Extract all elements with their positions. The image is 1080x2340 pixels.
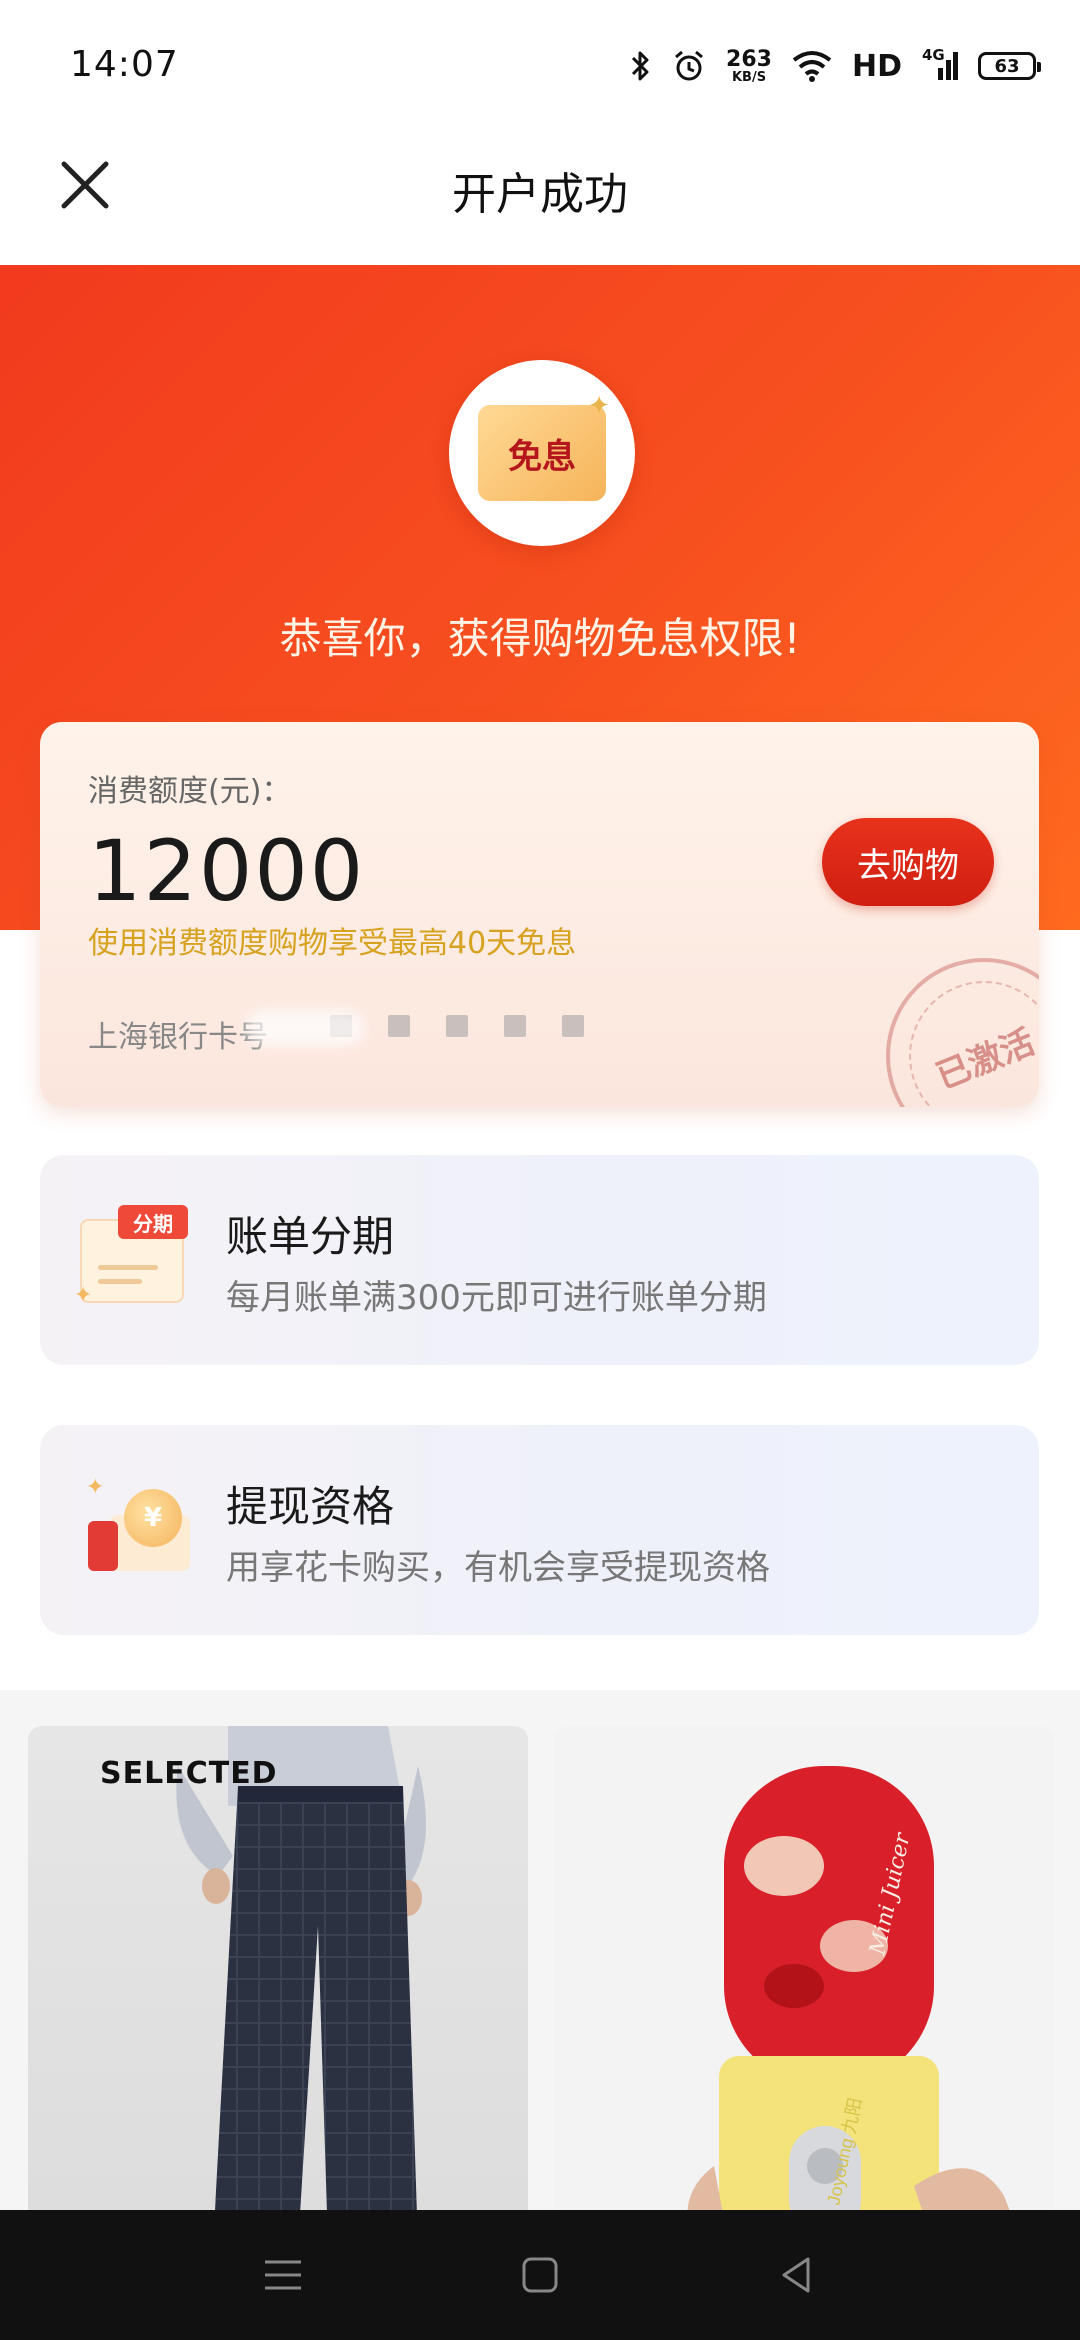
product-card-trousers[interactable]: SELECTED bbox=[28, 1726, 528, 2246]
home-square-icon bbox=[522, 2257, 558, 2293]
sparkle-icon: ✦ bbox=[86, 1475, 105, 1500]
product-label: SELECTED bbox=[100, 1756, 278, 1791]
page-title: 开户成功 bbox=[452, 169, 628, 220]
alarm-icon bbox=[672, 49, 706, 83]
credit-limit-card: 消费额度(元)： 12000 使用消费额度购物享受最高40天免息 上海银行卡号 … bbox=[40, 722, 1039, 1107]
status-icons: 263 KB/S HD 4G 63 bbox=[630, 40, 1041, 92]
installment-tag: 分期 bbox=[118, 1205, 188, 1239]
back-triangle-icon bbox=[782, 2257, 810, 2293]
card-number-blur bbox=[245, 1010, 365, 1046]
activated-stamp: 已激活 bbox=[886, 958, 1039, 1107]
interest-free-card-icon: 免息 ✦ bbox=[478, 391, 610, 501]
bank-card-label: 上海银行卡号 bbox=[88, 1020, 268, 1055]
credit-limit-amount: 12000 bbox=[88, 822, 366, 920]
credit-limit-label: 消费额度(元)： bbox=[88, 774, 292, 809]
hd-indicator: HD bbox=[851, 48, 902, 84]
feature-bill-installment[interactable]: 分期 ✦ 账单分期 每月账单满300元即可进行账单分期 bbox=[40, 1155, 1039, 1365]
feature-title: 提现资格 bbox=[226, 1482, 395, 1531]
trousers-image bbox=[176, 1726, 426, 2246]
network-speed: 263 KB/S bbox=[726, 46, 772, 85]
coin-icon: ¥ bbox=[124, 1489, 182, 1547]
feature-withdrawal-eligibility[interactable]: ¥ ✦ 提现资格 用享花卡购买，有机会享受提现资格 bbox=[40, 1425, 1039, 1635]
feature-subtitle: 用享花卡购买，有机会享受提现资格 bbox=[226, 1548, 770, 1588]
cellular-signal-icon: 4G bbox=[922, 46, 958, 82]
status-bar: 14:07 263 KB/S HD 4G 63 bbox=[0, 0, 1080, 130]
menu-button[interactable] bbox=[253, 2250, 313, 2300]
sparkle-icon: ✦ bbox=[588, 391, 610, 421]
product-grid: SELECTED Mini Juicer Joyoung 九阳 bbox=[0, 1690, 1080, 2246]
interest-free-badge: 免息 ✦ bbox=[449, 360, 635, 546]
withdrawal-icon: ¥ ✦ bbox=[80, 1475, 190, 1585]
status-time: 14:07 bbox=[70, 44, 179, 85]
system-navigation-bar bbox=[0, 2210, 1080, 2340]
congrats-text: 恭喜你，获得购物免息权限! bbox=[279, 614, 801, 663]
juicer-image: Mini Juicer Joyoung 九阳 bbox=[687, 1766, 1024, 2246]
battery-icon: 63 bbox=[978, 52, 1041, 80]
bluetooth-icon bbox=[630, 49, 652, 83]
menu-icon bbox=[265, 2260, 301, 2290]
nav-bar: 开户成功 bbox=[0, 130, 1080, 265]
feature-title: 账单分期 bbox=[226, 1212, 395, 1261]
go-shopping-button[interactable]: 去购物 bbox=[822, 818, 994, 906]
wifi-icon bbox=[792, 50, 832, 82]
home-button[interactable] bbox=[510, 2250, 570, 2300]
interest-free-note: 使用消费额度购物享受最高40天免息 bbox=[88, 926, 577, 961]
feature-subtitle: 每月账单满300元即可进行账单分期 bbox=[226, 1278, 767, 1318]
product-card-juicer[interactable]: Mini Juicer Joyoung 九阳 bbox=[554, 1726, 1054, 2246]
sparkle-icon: ✦ bbox=[74, 1283, 93, 1308]
back-button[interactable] bbox=[766, 2250, 826, 2300]
installment-icon: 分期 ✦ bbox=[74, 1205, 190, 1315]
